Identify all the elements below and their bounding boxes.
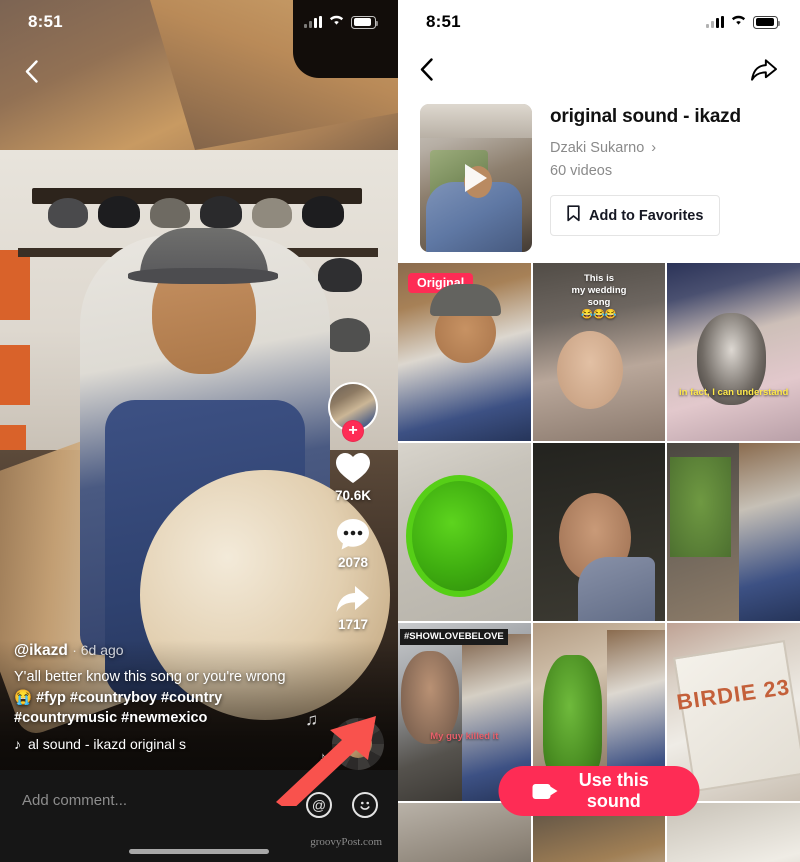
sound-header: original sound - ikazd Dzaki Sukarno › 6… (398, 104, 800, 252)
grid-item-caption: This is my wedding song 😂😂😂 (571, 273, 627, 320)
battery-icon (753, 15, 780, 29)
red-arrow-annotation (276, 716, 376, 806)
sound-title: original sound - ikazd (550, 106, 741, 127)
music-marquee-text: al sound - ikazd original s (28, 736, 186, 752)
creator-avatar-button[interactable]: + (328, 382, 378, 442)
right-back-button[interactable] (420, 58, 433, 86)
bookmark-icon (567, 205, 580, 226)
add-to-favorites-label: Add to Favorites (589, 207, 704, 224)
grid-item[interactable] (398, 443, 531, 621)
heart-icon (336, 453, 370, 483)
right-status-icons (706, 13, 780, 31)
share-arrow-icon (336, 586, 369, 612)
share-button[interactable]: 1717 (334, 584, 372, 632)
play-triangle-icon (465, 164, 487, 192)
comment-bubble-icon (337, 519, 369, 550)
sound-video-count: 60 videos (550, 163, 613, 179)
right-status-time: 8:51 (426, 12, 461, 31)
grid-item[interactable] (532, 443, 666, 621)
wifi-icon (730, 13, 747, 31)
chevron-right-icon: › (651, 140, 657, 156)
battery-icon (351, 15, 378, 29)
sound-author-name: Dzaki Sukarno (550, 140, 645, 156)
caption-username-row[interactable]: @ikazd · 6d ago (14, 642, 314, 660)
sound-meta: original sound - ikazd Dzaki Sukarno › 6… (550, 104, 782, 252)
comment-count: 2078 (337, 555, 369, 570)
like-button[interactable]: 70.6K (334, 450, 372, 503)
like-count: 70.6K (334, 488, 372, 503)
right-share-button[interactable] (750, 58, 778, 87)
sound-cover-thumbnail[interactable] (420, 104, 532, 252)
grid-item-caption: #SHOWLOVEBELOVE (400, 629, 508, 645)
grid-item[interactable]: Original (398, 263, 531, 441)
caption-username[interactable]: @ikazd (14, 642, 68, 659)
music-note-icon: ♪ (14, 736, 21, 752)
add-to-favorites-button[interactable]: Add to Favorites (550, 195, 721, 236)
cellular-signal-icon (706, 16, 724, 28)
left-back-button[interactable] (14, 54, 48, 88)
grid-item-sub-caption: My guy killed it (430, 731, 499, 742)
caption-hashtags-line-1[interactable]: 😭 #fyp #countryboy #country (14, 688, 314, 709)
right-status-bar: 8:51 (398, 0, 800, 44)
comment-input[interactable]: Add comment... (22, 792, 127, 809)
watermark: groovyPost.com (310, 836, 382, 848)
comment-button[interactable]: 2078 (335, 517, 371, 570)
home-indicator (129, 849, 269, 854)
use-this-sound-label: Use this sound (578, 770, 649, 811)
right-nav-bar (398, 50, 800, 94)
sound-author-link[interactable]: Dzaki Sukarno › (550, 140, 782, 156)
screenshot-root: 8:51 + 70.6K 2078 1717 @ikazd · 6d ago Y… (0, 0, 800, 862)
caption-hashtags-line-2[interactable]: #countrymusic #newmexico (14, 708, 314, 729)
grid-item-caption: in fact, I can understand (679, 387, 789, 399)
video-camera-icon (532, 783, 557, 799)
chevron-left-icon (420, 58, 433, 81)
share-count: 1717 (337, 617, 369, 632)
grid-item[interactable]: This is my wedding song 😂😂😂 (532, 263, 666, 441)
chevron-left-icon (25, 59, 38, 83)
use-this-sound-button[interactable]: Use this sound (498, 766, 700, 816)
left-status-time: 8:51 (28, 12, 63, 31)
video-caption-block: @ikazd · 6d ago Y'all better know this s… (14, 642, 314, 752)
music-marquee[interactable]: ♪ al sound - ikazd original s (14, 736, 252, 752)
right-phone-sound-page: 8:51 original sound - ikazd Dzaki Sukarn… (398, 0, 800, 862)
grid-item[interactable] (667, 443, 800, 621)
left-status-bar: 8:51 (0, 0, 398, 44)
share-arrow-icon (751, 58, 777, 81)
follow-plus-badge[interactable]: + (342, 420, 364, 442)
caption-text: Y'all better know this song or you're wr… (14, 669, 286, 686)
grid-item[interactable]: in fact, I can understand (667, 263, 800, 441)
wifi-icon (328, 13, 345, 31)
cellular-signal-icon (304, 16, 322, 28)
left-phone-video-player: 8:51 + 70.6K 2078 1717 @ikazd · 6d ago Y… (0, 0, 398, 862)
left-status-icons (304, 13, 378, 31)
caption-timestamp: · 6d ago (72, 642, 124, 659)
action-rail: + 70.6K 2078 1717 (316, 382, 390, 646)
